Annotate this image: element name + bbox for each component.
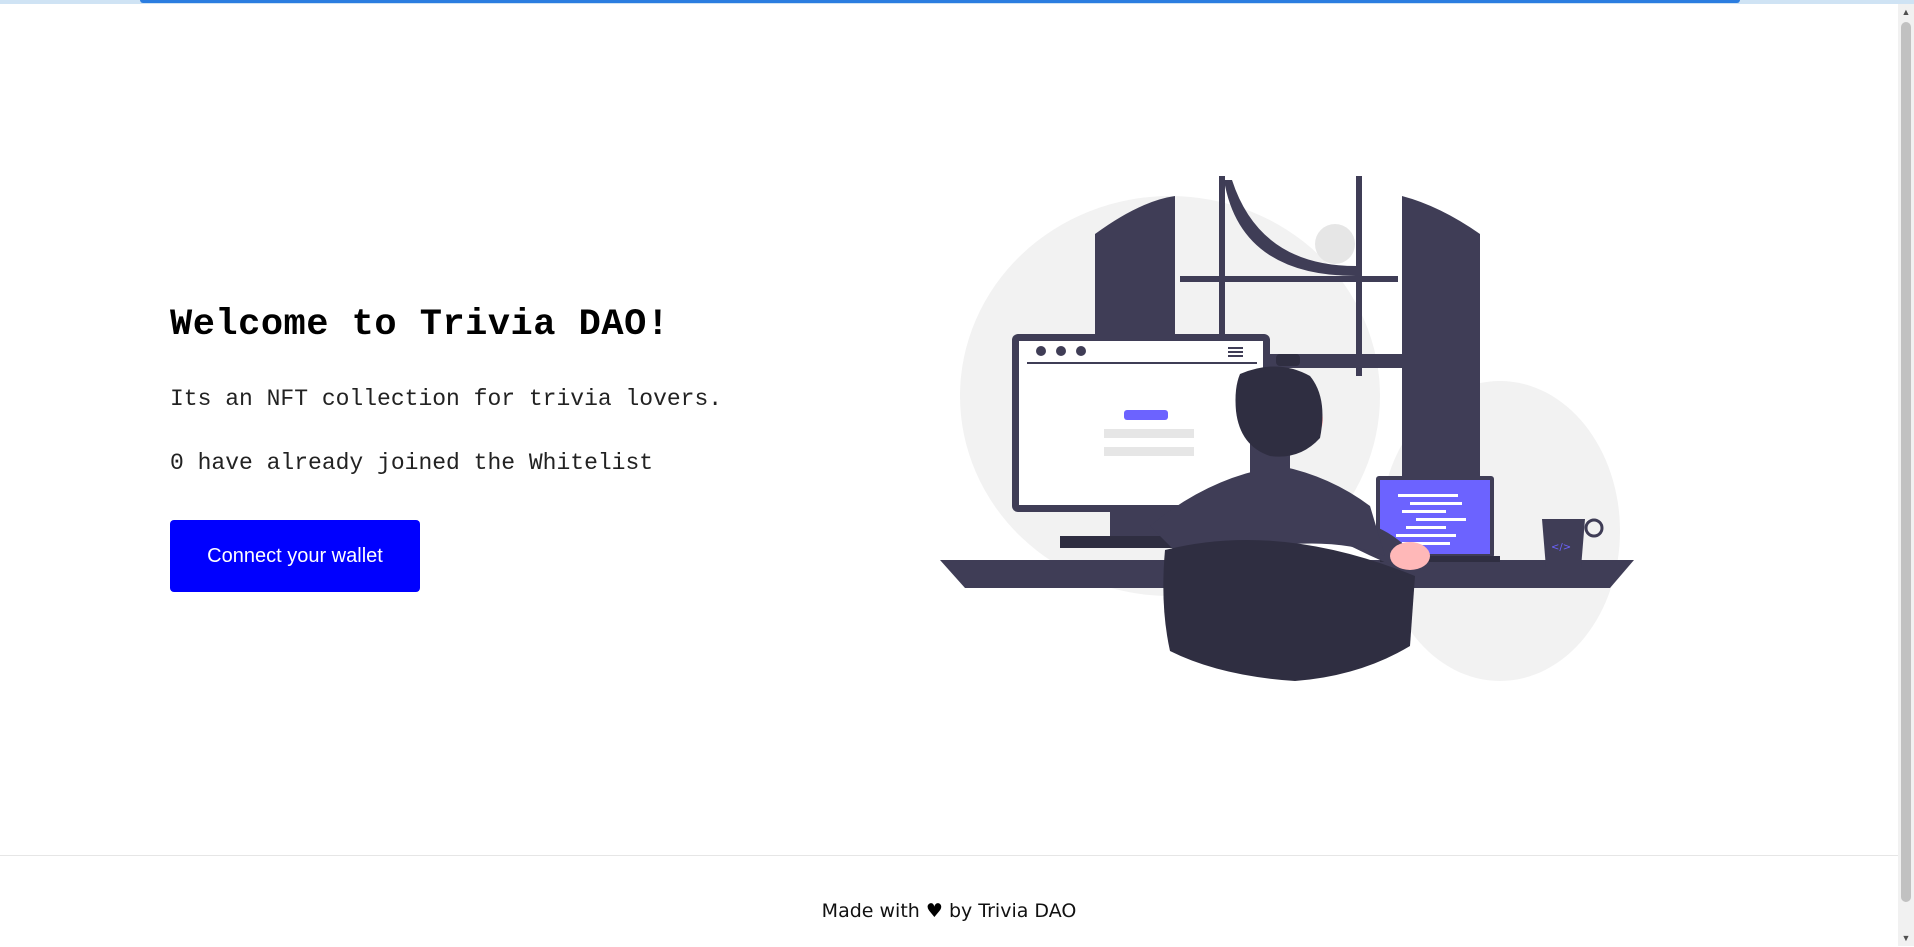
- progress-fill: [140, 0, 1740, 3]
- screen-line-1: [1104, 429, 1194, 438]
- whitelist-count: 0 have already joined the Whitelist: [170, 450, 654, 476]
- window-dot-1: [1036, 346, 1046, 356]
- menu-line-1: [1228, 347, 1243, 349]
- window-dot-2: [1056, 346, 1066, 356]
- mug-code-icon: </>: [1551, 542, 1571, 553]
- footer-prefix: Made with: [821, 900, 920, 922]
- footer: Made with ♥ by Trivia DAO: [0, 855, 1898, 947]
- developer-illustration: </>: [940, 176, 1634, 681]
- hero-text: Welcome to Trivia DAO! Its an NFT collec…: [170, 304, 790, 592]
- person-hand: [1390, 542, 1430, 570]
- footer-text: Made with ♥ by Trivia DAO: [0, 900, 1898, 922]
- window-dot-3: [1076, 346, 1086, 356]
- window-frame-top: [1180, 276, 1398, 282]
- vertical-scrollbar[interactable]: ▲ ▼: [1898, 4, 1914, 946]
- address-bar: [1027, 362, 1257, 364]
- heart-icon: ♥: [925, 900, 943, 922]
- menu-line-2: [1228, 351, 1243, 353]
- chevron-down-icon[interactable]: ▼: [1898, 930, 1914, 946]
- screen-button: [1124, 410, 1168, 420]
- chevron-up-icon[interactable]: ▲: [1898, 4, 1914, 20]
- hero-description: Its an NFT collection for trivia lovers.: [170, 386, 723, 412]
- footer-suffix: by Trivia DAO: [948, 900, 1077, 922]
- background-dot: [1315, 224, 1355, 264]
- connect-wallet-button[interactable]: Connect your wallet: [170, 520, 420, 592]
- main-section: Welcome to Trivia DAO! Its an NFT collec…: [0, 4, 1898, 856]
- person-hair-top: [1276, 354, 1300, 366]
- window-frame-vertical-right: [1356, 176, 1362, 376]
- menu-line-3: [1228, 355, 1243, 357]
- scrollbar-thumb[interactable]: [1901, 22, 1911, 902]
- curtain-right: [1402, 196, 1480, 506]
- page-title: Welcome to Trivia DAO!: [170, 304, 670, 346]
- screen-line-2: [1104, 447, 1194, 456]
